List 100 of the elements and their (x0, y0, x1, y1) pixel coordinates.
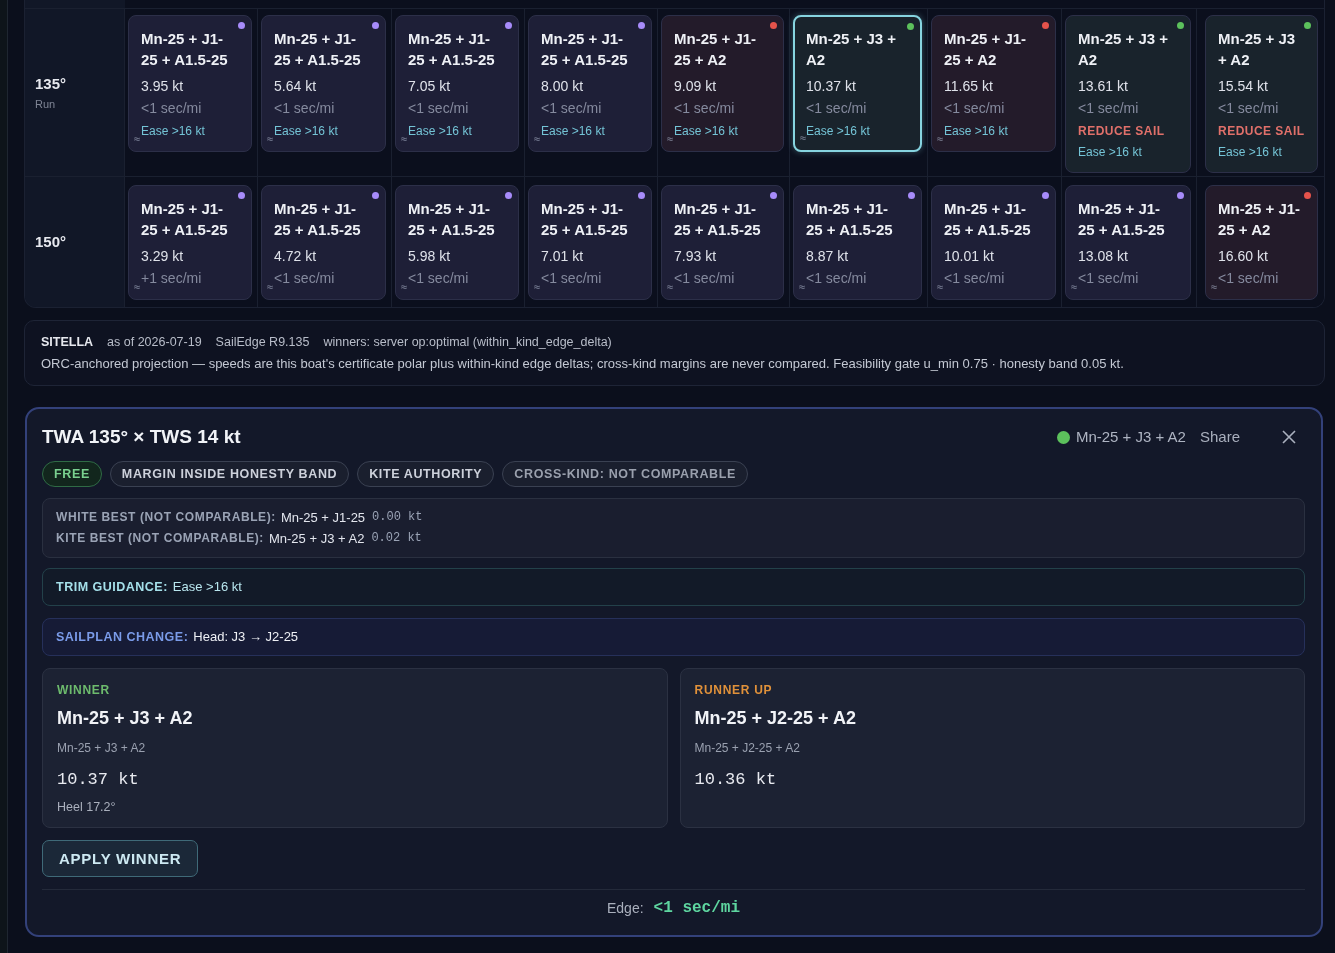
plan-name: Mn-25 + J3 + A2 (57, 707, 194, 730)
sail-plan-card[interactable]: Mn-25 + J1-25 + A1.5-25 8.00 kt <1 sec/mi Ease >16 kt (528, 15, 652, 152)
plan-name: Mn-25 + J1-25 + A1.5-25 (274, 199, 362, 240)
angle-label: 135° (35, 73, 68, 94)
sail-plan-card[interactable]: Mn-25 + J1-25 + A1.5-25 8.87 kt <1 sec/mi (793, 185, 922, 300)
boat-speed: 3.95 kt (141, 77, 185, 96)
point-of-sail-label: Run (35, 96, 57, 112)
trim-hint: Ease >16 kt (1078, 144, 1143, 161)
sail-plan-card[interactable]: Mn-25 + J1-25 + A1.5-25 7.05 kt <1 sec/mi Ease >16 kt (395, 15, 519, 152)
boat-speed: 8.00 kt (541, 77, 585, 96)
plan-name: Mn-25 + J1-25 + A1.5-25 (541, 199, 629, 240)
sail-plan-card[interactable]: Mn-25 + J1-25 + A1.5-25 3.29 kt +1 sec/mi (128, 185, 252, 300)
plan-detail: Mn-25 + J2-25 + A2 (694, 740, 801, 757)
apply-winner-button[interactable]: APPLY WINNER (42, 840, 199, 877)
angle-label: 150° (35, 232, 68, 252)
plan-name: Mn-25 + J1-25 + A1.5-25 (408, 29, 496, 70)
trim-hint: Ease >16 kt (674, 123, 739, 140)
sail-plan-card[interactable]: Mn-25 + J1-25 + A2 16.60 kt <1 sec/mi (1205, 185, 1318, 300)
sail-plan-card[interactable]: Mn-25 + J1-25 + A1.5-25 3.95 kt <1 sec/mi Ease >16 kt (128, 15, 252, 152)
sail-plan-card[interactable]: Mn-25 + J3 + A2 13.61 kt <1 sec/mi REDUCE SAIL Ease >16 kt (1065, 15, 1191, 173)
trim-hint: Ease >16 kt (274, 123, 339, 140)
boat-speed: 3.29 kt (141, 247, 185, 266)
share-button[interactable]: Share (1197, 426, 1242, 448)
trim-hint: Ease >16 kt (944, 123, 1009, 140)
boat-speed: 9.09 kt (674, 77, 718, 96)
boat-speed: 13.61 kt (1078, 77, 1129, 96)
plan-name: Mn-25 + J1-25 + A2 (944, 29, 1028, 70)
boat-speed: 5.98 kt (408, 247, 452, 266)
sail-plan-card[interactable]: Mn-25 + J3 + A2 15.54 kt <1 sec/mi REDUCE SAIL Ease >16 kt (1205, 15, 1318, 173)
plan-name: Mn-25 + J2-25 + A2 (694, 707, 857, 730)
boat-speed: 8.87 kt (806, 247, 850, 266)
plan-name: Mn-25 + J1-25 + A1.5-25 (141, 29, 229, 70)
time-delta: +1 sec/mi (141, 269, 203, 288)
sail-plan-card[interactable]: Mn-25 + J1-25 + A1.5-25 4.72 kt <1 sec/mi (261, 185, 386, 300)
sail-plan-card[interactable]: Mn-25 + J1-25 + A1.5-25 10.01 kt <1 sec/mi (931, 185, 1056, 300)
sail-plan-card[interactable]: Mn-25 + J1-25 + A1.5-25 5.64 kt <1 sec/mi Ease >16 kt (261, 15, 386, 152)
time-delta: <1 sec/mi (674, 269, 736, 288)
notice-value: Ease >16 kt (172, 578, 242, 596)
comparison-label: WHITE BEST (NOT COMPARABLE): (56, 509, 276, 526)
boat-speed: 10.01 kt (944, 247, 995, 266)
time-delta: <1 sec/mi (1218, 269, 1280, 288)
notice-label: TRIM GUIDANCE: (56, 579, 168, 596)
time-delta: <1 sec/mi (408, 99, 470, 118)
role-label: RUNNER UP (694, 682, 774, 699)
plan-name: Mn-25 + J1-25 + A1.5-25 (944, 199, 1032, 240)
info-note: ORC-anchored projection — speeds are this boat's certificate polar plus within-kind edge deltas; cross-kind margins are never compared. Feasibility gate u_min 0.75 · honesty band 0.05 kt. (41, 355, 1125, 373)
sail-plan-card[interactable]: Mn-25 + J1-25 + A1.5-25 7.01 kt <1 sec/mi (528, 185, 652, 300)
plan-name: Mn-25 + J1-25 + A1.5-25 (274, 29, 362, 70)
status-tag: CROSS-KIND: NOT COMPARABLE (502, 461, 748, 487)
sail-plan-card[interactable]: Mn-25 + J1-25 + A1.5-25 13.08 kt <1 sec/mi (1065, 185, 1191, 300)
comparison-label: KITE BEST (NOT COMPARABLE): (56, 530, 264, 547)
plan-name: Mn-25 + J1-25 + A1.5-25 (408, 199, 496, 240)
edge-label: Edge: (607, 899, 644, 918)
role-label: WINNER (57, 682, 111, 699)
trim-hint: Ease >16 kt (541, 123, 606, 140)
trim-hint: Ease >16 kt (1218, 144, 1283, 161)
boat-speed: 4.72 kt (274, 247, 318, 266)
trim-hint: Ease >16 kt (141, 123, 206, 140)
plan-name: Mn-25 + J1-25 + A1.5-25 (1078, 199, 1166, 240)
time-delta: <1 sec/mi (274, 269, 336, 288)
status-tag: FREE (42, 461, 102, 487)
boat-speed: 13.08 kt (1078, 247, 1129, 266)
sail-plan-card[interactable]: Mn-25 + J1-25 + A1.5-25 7.93 kt <1 sec/mi (661, 185, 784, 300)
warning-label: REDUCE SAIL (1078, 123, 1166, 140)
boat-speed: 10.37 kt (806, 77, 857, 96)
sail-plan-card[interactable]: Mn-25 + J1-25 + A2 9.09 kt <1 sec/mi Ease >16 kt (661, 15, 784, 152)
boat-speed: 10.36 kt (694, 769, 778, 791)
plan-name: Mn-25 + J1-25 + A2 (674, 29, 758, 70)
trim-hint: Ease >16 kt (806, 123, 871, 140)
plan-name: Mn-25 + J3 + A2 (806, 29, 898, 70)
time-delta: <1 sec/mi (408, 269, 470, 288)
winners-text: winners: server op:optimal (within_kind_edge_delta) (323, 334, 612, 351)
boat-speed: 7.01 kt (541, 247, 585, 266)
boat-name: SITELLA (41, 334, 94, 351)
status-tag: KITE AUTHORITY (357, 461, 495, 487)
time-delta: <1 sec/mi (806, 99, 868, 118)
sail-plan-card[interactable]: Mn-25 + J1-25 + A2 11.65 kt <1 sec/mi Ease >16 kt (931, 15, 1056, 152)
winner-plan-label: Mn-25 + J3 + A2 (1075, 427, 1186, 447)
time-delta: <1 sec/mi (944, 99, 1006, 118)
boat-speed: 15.54 kt (1218, 77, 1269, 96)
boat-speed: 7.93 kt (674, 247, 718, 266)
plan-name: Mn-25 + J3 + A2 (1078, 29, 1170, 70)
date-text: as of 2026-07-19 (107, 334, 202, 351)
plan-name: Mn-25 + J1-25 + A1.5-25 (541, 29, 629, 70)
boat-speed: 7.05 kt (408, 77, 452, 96)
boat-speed: 5.64 kt (274, 77, 318, 96)
time-delta: <1 sec/mi (674, 99, 736, 118)
boat-speed: 16.60 kt (1218, 247, 1269, 266)
time-delta: <1 sec/mi (806, 269, 868, 288)
time-delta: <1 sec/mi (274, 99, 336, 118)
sail-plan-card[interactable]: Mn-25 + J1-25 + A1.5-25 5.98 kt <1 sec/mi (395, 185, 519, 300)
margin-value: 0.00 kt (372, 509, 423, 526)
detail-title: TWA 135° × TWS 14 kt (42, 425, 241, 449)
margin-value: 0.02 kt (371, 530, 422, 547)
plan-name: Mn-25 + J3 + A2 (268, 530, 365, 548)
close-icon (1282, 430, 1296, 444)
status-tag: MARGIN INSIDE HONESTY BAND (109, 461, 350, 487)
sail-plan-card[interactable]: Mn-25 + J3 + A2 10.37 kt <1 sec/mi Ease >16 kt (793, 15, 922, 152)
plan-name: Mn-25 + J1-25 + A2 (1218, 199, 1302, 240)
plan-name: Mn-25 + J3 + A2 (1218, 29, 1297, 70)
